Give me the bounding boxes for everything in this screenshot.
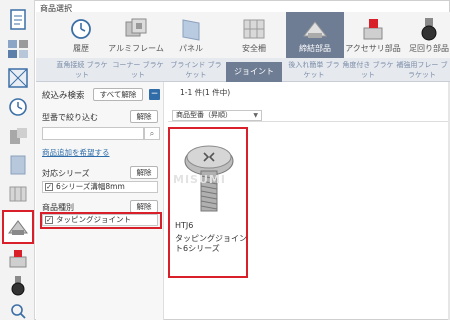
type-value: タッピングジョイント bbox=[56, 215, 131, 224]
result-count: 1-1 件(1 件中) bbox=[180, 88, 231, 97]
category-fastener[interactable]: 締結部品 bbox=[286, 12, 344, 58]
subcategory-bar: 直角接続 ブラケット コーナー ブラケット ブラインド ブラケット ジョイント … bbox=[36, 58, 450, 82]
tab-reinforcement-bracket[interactable]: 補強用フレー ブラケット bbox=[396, 60, 448, 82]
caster-icon[interactable] bbox=[6, 273, 30, 297]
sort-label: 商品型番（昇順） bbox=[176, 111, 232, 119]
caster-icon bbox=[416, 16, 442, 42]
category-bar: 履歴 アルミフレーム パネル 安全柵 締結部品 アクセサリ部品 足回り部品 bbox=[36, 12, 450, 58]
category-panel[interactable]: パネル bbox=[166, 12, 216, 58]
series-checkbox[interactable]: ✓ 6シリーズ溝幅8mm bbox=[42, 181, 158, 193]
type-checkbox[interactable]: ✓ タッピングジョイント bbox=[42, 214, 158, 226]
search-button[interactable]: ⌕ bbox=[144, 127, 160, 140]
product-name: タッピングジョイント6シリーズ bbox=[175, 234, 247, 253]
search-icon: ⌕ bbox=[149, 129, 155, 138]
model-filter-label: 型番で絞り込む bbox=[42, 113, 98, 122]
category-safety-fence[interactable]: 安全柵 bbox=[229, 12, 279, 58]
chevron-down-icon: ▼ bbox=[253, 112, 258, 119]
fastener-icon[interactable] bbox=[2, 210, 34, 244]
product-card[interactable]: MISUMI HTJ6 タッピングジョイント6シリーズ bbox=[168, 127, 248, 278]
panel-icon[interactable] bbox=[6, 153, 30, 177]
tab-blind-bracket[interactable]: ブラインド ブラケット bbox=[170, 60, 222, 82]
collapse-icon[interactable]: − bbox=[149, 89, 160, 100]
history-icon bbox=[68, 16, 94, 42]
series-filter-label: 対応シリーズ bbox=[42, 169, 90, 178]
search-icon[interactable] bbox=[6, 299, 30, 323]
filter-title: 絞込み検索 bbox=[42, 91, 85, 101]
category-history[interactable]: 履歴 bbox=[56, 12, 106, 58]
fence-icon[interactable] bbox=[6, 182, 30, 206]
history-icon[interactable] bbox=[6, 95, 30, 119]
divider bbox=[168, 121, 450, 122]
category-accessory[interactable]: アクセサリ部品 bbox=[345, 12, 401, 58]
tab-right-angle-bracket[interactable]: 直角接続 ブラケット bbox=[56, 60, 108, 82]
tab-corner-bracket[interactable]: コーナー ブラケット bbox=[112, 60, 164, 82]
checkmark-icon[interactable]: ✓ bbox=[45, 216, 53, 224]
parts-grid-icon[interactable] bbox=[6, 37, 30, 61]
left-toolbar bbox=[0, 0, 35, 320]
category-caster[interactable]: 足回り部品 bbox=[404, 12, 450, 58]
request-product-link[interactable]: 商品追加を希望する bbox=[42, 147, 110, 158]
filter-panel: 絞込み検索 すべて解除 − 型番で絞り込む 解除 ⌕ 商品追加を希望する 対応シ… bbox=[36, 82, 164, 320]
model-search-input[interactable] bbox=[42, 127, 144, 140]
category-label: 足回り部品 bbox=[409, 44, 449, 53]
tab-post-assembly-bracket[interactable]: 後入れ簡単 ブラケット bbox=[288, 60, 340, 82]
safety-fence-icon bbox=[241, 16, 267, 42]
fastener-icon bbox=[302, 16, 328, 42]
accessory-icon[interactable] bbox=[6, 246, 30, 270]
clear-all-button[interactable]: すべて解除 bbox=[93, 88, 143, 101]
checkmark-icon[interactable]: ✓ bbox=[45, 183, 53, 191]
tab-angled-bracket[interactable]: 角度付き ブラケット bbox=[342, 60, 394, 82]
watermark: MISUMI bbox=[173, 173, 226, 186]
product-code: HTJ6 bbox=[175, 221, 194, 230]
frame-icon[interactable] bbox=[6, 66, 30, 90]
clear-series-button[interactable]: 解除 bbox=[130, 166, 158, 179]
parts-icon[interactable] bbox=[6, 124, 30, 148]
panel-icon bbox=[178, 16, 204, 42]
sort-dropdown[interactable]: 商品型番（昇順） ▼ bbox=[172, 110, 262, 121]
category-aluminum-frame[interactable]: アルミフレーム bbox=[108, 12, 164, 58]
tab-joint[interactable]: ジョイント bbox=[226, 62, 282, 82]
accessory-icon bbox=[360, 16, 386, 42]
category-label: パネル bbox=[179, 44, 203, 53]
aluminum-frame-icon bbox=[123, 16, 149, 42]
clear-model-button[interactable]: 解除 bbox=[130, 110, 158, 123]
document-icon[interactable] bbox=[6, 8, 30, 32]
series-value: 6シリーズ溝幅8mm bbox=[56, 182, 125, 191]
